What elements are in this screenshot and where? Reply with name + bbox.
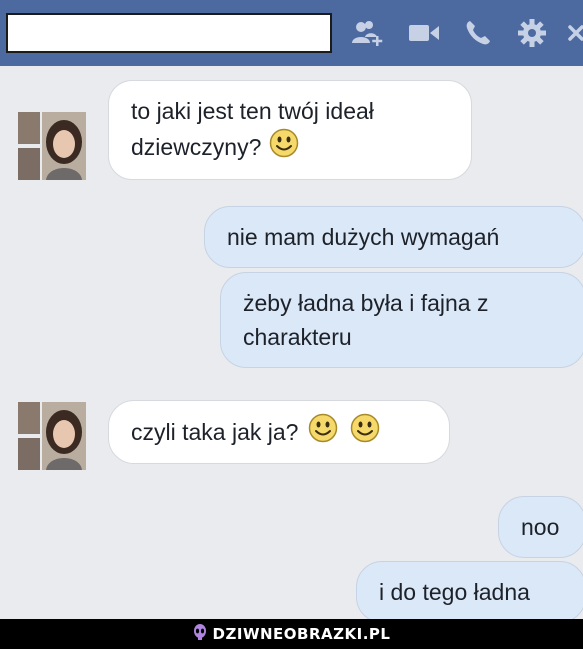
incoming-message: czyli taka jak ja? bbox=[108, 400, 450, 464]
message-text: i do tego ładna bbox=[379, 579, 530, 605]
watermark-bar: DZIWNEOBRAZKI.PL bbox=[0, 619, 583, 649]
watermark-text[interactable]: DZIWNEOBRAZKI.PL bbox=[213, 625, 391, 643]
outgoing-message: noo bbox=[498, 496, 583, 558]
alien-icon bbox=[193, 623, 207, 645]
avatar[interactable] bbox=[18, 402, 86, 470]
message-text: charakteru bbox=[243, 324, 352, 350]
smiley-emoji-icon bbox=[308, 413, 338, 452]
avatar[interactable] bbox=[18, 112, 86, 180]
message-text: czyli taka jak ja? bbox=[131, 419, 299, 445]
contact-name-field[interactable] bbox=[6, 13, 332, 53]
outgoing-message: nie mam dużych wymagań bbox=[204, 206, 583, 268]
smiley-emoji-icon bbox=[269, 128, 299, 167]
message-text: noo bbox=[521, 514, 560, 540]
phone-icon[interactable] bbox=[462, 18, 494, 48]
smiley-emoji-icon bbox=[350, 413, 380, 452]
close-icon[interactable] bbox=[566, 18, 583, 48]
message-text: żeby ładna była i fajna z bbox=[243, 290, 489, 316]
message-text: to jaki jest ten twój ideał bbox=[131, 97, 374, 124]
outgoing-message: żeby ładna była i fajna z charakteru bbox=[220, 272, 583, 368]
gear-icon[interactable] bbox=[516, 18, 548, 48]
message-text: dziewczyny? bbox=[131, 134, 262, 160]
incoming-message: to jaki jest ten twój ideał dziewczyny? bbox=[108, 80, 472, 180]
video-call-icon[interactable] bbox=[408, 18, 440, 48]
chat-header bbox=[0, 0, 583, 66]
outgoing-message: i do tego ładna bbox=[356, 561, 583, 623]
add-person-icon[interactable] bbox=[352, 18, 384, 48]
message-text: nie mam dużych wymagań bbox=[227, 224, 500, 250]
